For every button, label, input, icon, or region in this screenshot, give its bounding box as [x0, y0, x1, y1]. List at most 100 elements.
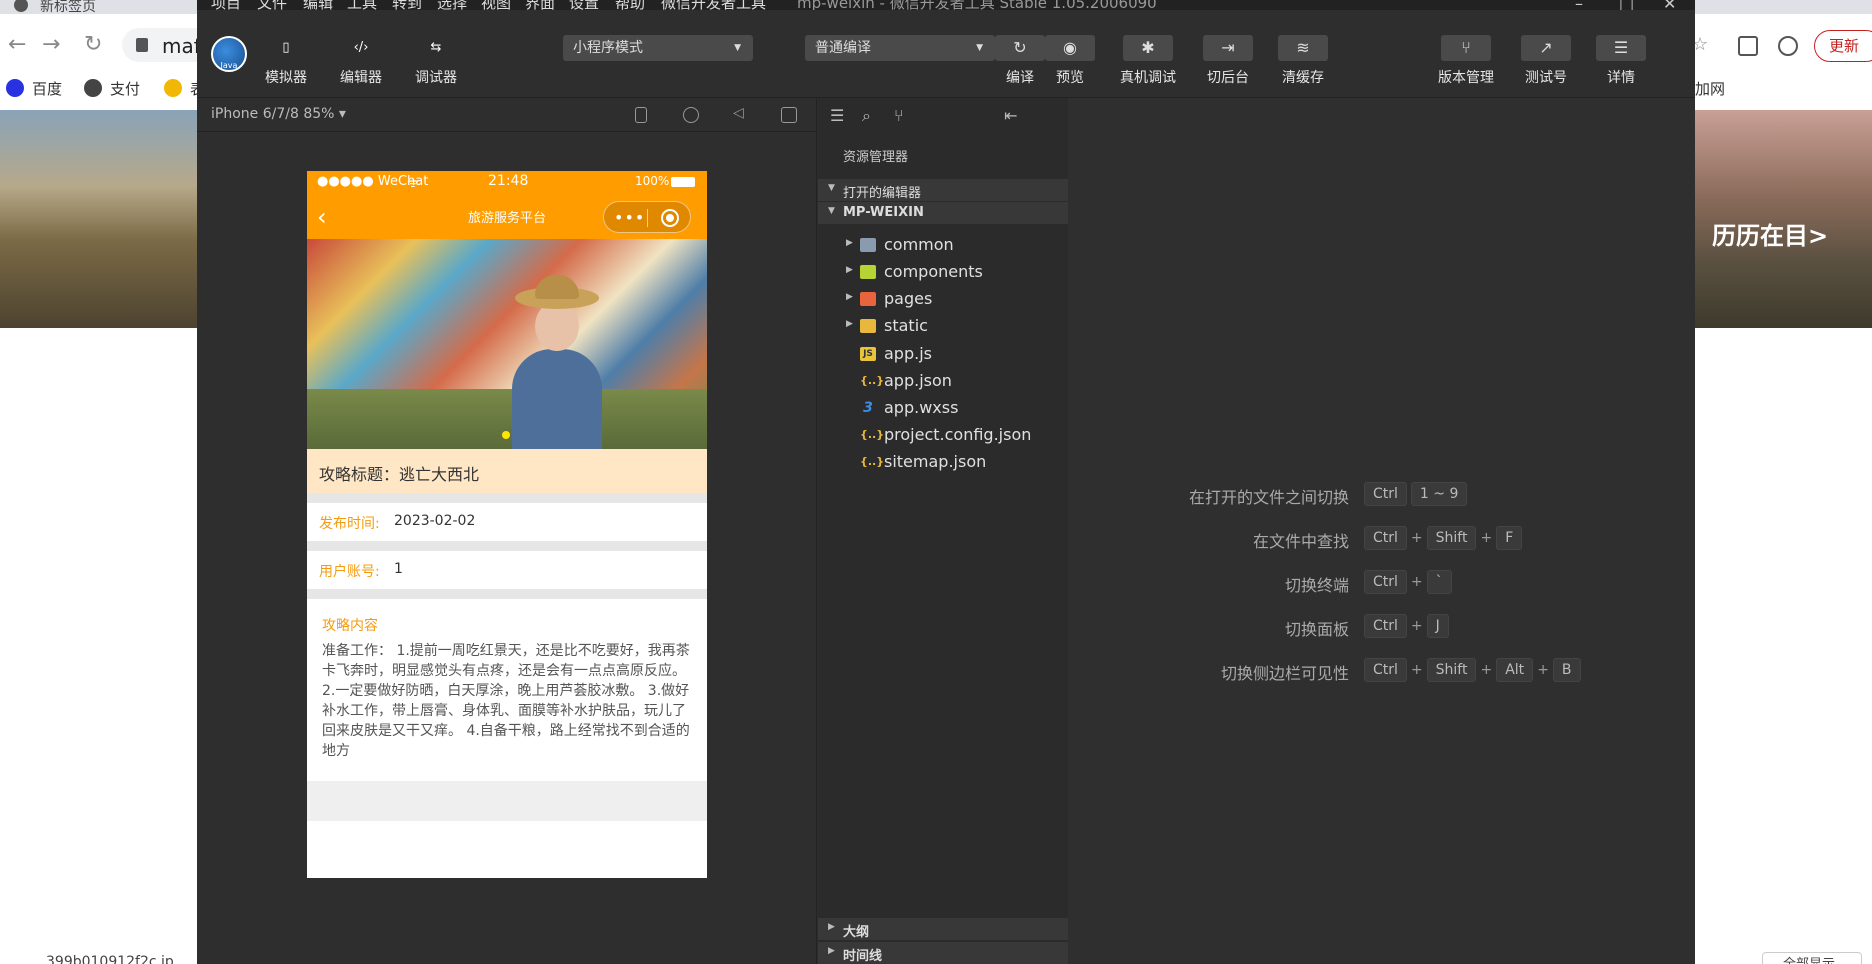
tree-file-app-json[interactable]: {..} app.json	[818, 369, 1068, 395]
profile-icon[interactable]	[1778, 36, 1798, 56]
test-account-label[interactable]: 测试号	[1515, 67, 1577, 87]
timeline-label: 时间线	[843, 949, 883, 964]
content-text: 准备工作： 1.提前一周吃红景天，还是比不吃要好，我再茶卡飞奔时，明显感觉头有点…	[322, 643, 690, 759]
address-text[interactable]: maf	[162, 34, 201, 58]
editor-toggle-button[interactable]: ‹/›	[336, 35, 386, 61]
plus-sign: +	[1410, 662, 1423, 678]
debugger-label[interactable]: 调试器	[411, 67, 461, 87]
outline-section[interactable]: ▶ 大纲	[818, 918, 1068, 940]
bookmark-baidu[interactable]: 百度	[6, 78, 62, 99]
publish-time-label: 发布时间:	[319, 516, 380, 532]
carousel-indicator-dot[interactable]	[502, 431, 510, 439]
bookmark-right[interactable]: 加网	[1695, 78, 1725, 99]
banner-person-body	[512, 349, 602, 449]
update-button[interactable]: 更新	[1814, 30, 1872, 62]
editor-label[interactable]: 编辑器	[336, 67, 386, 87]
plus-sign: +	[1410, 530, 1423, 546]
capsule-menu[interactable]: •••	[603, 201, 691, 233]
device-select[interactable]: iPhone 6/7/8 85% ▾	[211, 106, 346, 122]
plus-sign: +	[1410, 618, 1423, 634]
shortcut-keys: Ctrl + J	[1364, 614, 1453, 638]
search-icon[interactable]: ⌕	[862, 106, 871, 126]
background-switch-button[interactable]: ⇥	[1203, 35, 1253, 61]
compile-button[interactable]: ↻	[995, 35, 1045, 61]
layers-icon: ≋	[1296, 38, 1310, 57]
reload-icon[interactable]: ↻	[84, 32, 102, 57]
mode-select-value: 小程序模式	[573, 40, 643, 56]
plus-sign: +	[1410, 574, 1423, 590]
banner-hat-crown	[535, 275, 579, 299]
tree-file-app-wxss[interactable]: 3 app.wxss	[818, 396, 1068, 422]
timeline-section[interactable]: ▶ 时间线	[818, 942, 1068, 964]
clear-cache-label[interactable]: 清缓存	[1272, 67, 1334, 87]
details-button[interactable]: ☰	[1596, 35, 1646, 61]
tree-folder-components[interactable]: ▶ components	[818, 260, 1068, 286]
plus-sign: +	[1480, 662, 1493, 678]
remote-debug-button[interactable]: ✱	[1123, 35, 1173, 61]
shortcut-label: 切换面板	[1284, 620, 1349, 639]
tree-folder-static[interactable]: ▶ static	[818, 314, 1068, 340]
phone-footer	[307, 781, 707, 821]
mode-select[interactable]: 小程序模式 ▼	[563, 35, 753, 61]
tree-file-sitemap[interactable]: {..} sitemap.json	[818, 450, 1068, 476]
close-mini-program-icon[interactable]	[661, 209, 679, 227]
file-list-icon[interactable]: ☰	[830, 106, 844, 125]
phone-status-bar: ●●●●● WeChat ᯤ 21:48 100%	[307, 171, 707, 193]
banner-link-text[interactable]: 历历在目>	[1712, 216, 1828, 251]
open-editors-section[interactable]: ▼ 打开的编辑器	[818, 179, 1068, 201]
project-section[interactable]: ▼ MP-WEIXIN	[818, 202, 1068, 224]
preview-button[interactable]: ◉	[1045, 35, 1095, 61]
globe-icon	[84, 79, 102, 97]
details-label[interactable]: 详情	[1596, 67, 1646, 87]
remote-debug-label[interactable]: 真机调试	[1111, 67, 1185, 87]
tree-folder-common[interactable]: ▶ common	[818, 233, 1068, 259]
detach-window-icon[interactable]	[781, 107, 797, 123]
capsule-divider	[647, 209, 648, 227]
test-account-button[interactable]: ↗	[1521, 35, 1571, 61]
more-dots-icon[interactable]: •••	[614, 208, 645, 227]
git-branch-icon[interactable]: ⑂	[894, 106, 904, 125]
explorer-toolbar: ☰ ⌕ ⑂ ⇤	[818, 98, 1068, 132]
volume-icon[interactable]: ◁	[733, 105, 749, 121]
banner-image[interactable]	[307, 239, 707, 449]
tree-file-project-config[interactable]: {..} project.config.json	[818, 423, 1068, 449]
simulator-label[interactable]: 模拟器	[261, 67, 311, 87]
avatar-text: Java	[220, 61, 238, 70]
back-arrow-icon[interactable]: ←	[8, 32, 26, 57]
debugger-toggle-button[interactable]: ⇆	[411, 35, 461, 61]
tree-label: components	[884, 262, 983, 281]
account-row: 用户账号: 1	[307, 551, 707, 589]
forward-arrow-icon[interactable]: →	[42, 32, 60, 57]
explorer-title: 资源管理器	[843, 150, 909, 165]
compile-select[interactable]: 普通编译 ▼	[805, 35, 995, 61]
version-control-label[interactable]: 版本管理	[1431, 67, 1501, 87]
bookmark-pay[interactable]: 支付	[84, 78, 140, 99]
tree-folder-pages[interactable]: ▶ pages	[818, 287, 1068, 313]
content-label: 攻略内容	[322, 618, 378, 634]
section-gap	[307, 541, 707, 551]
device-rotate-icon[interactable]	[635, 107, 647, 123]
shortcut-label: 在打开的文件之间切换	[1188, 488, 1349, 507]
simulator-toggle-button[interactable]: ▯	[261, 35, 311, 61]
collapse-panel-icon[interactable]: ⇤	[1004, 106, 1017, 125]
download-item[interactable]: 399b010912f2c jp	[46, 954, 174, 964]
preview-label[interactable]: 预览	[1045, 67, 1095, 87]
record-icon[interactable]	[683, 107, 699, 123]
refresh-icon: ↻	[1013, 38, 1027, 57]
open-editors-label: 打开的编辑器	[843, 186, 922, 201]
sidebar-toggle-icon[interactable]	[1738, 36, 1758, 56]
avatar[interactable]: Java	[211, 36, 247, 72]
shortcut-row: 切换面板 Ctrl + J	[1068, 612, 1695, 642]
tree-file-app-js[interactable]: JS app.js	[818, 342, 1068, 368]
plus-sign: +	[1537, 662, 1549, 678]
ide-window: 项目 文件 编辑 工具 转到 选择 视图 界面 设置 帮助 微信开发者工具 mp…	[197, 0, 1695, 964]
shortcut-row: 切换侧边栏可见性 Ctrl + Shift + Alt + B	[1068, 656, 1695, 686]
compile-label[interactable]: 编译	[995, 67, 1045, 87]
phone-screen: ●●●●● WeChat ᯤ 21:48 100% ‹ 旅游服务平台 ••• 攻…	[307, 171, 707, 878]
tree-label: project.config.json	[884, 425, 1032, 444]
clear-cache-button[interactable]: ≋	[1278, 35, 1328, 61]
show-all-downloads-button[interactable]: 全部显示	[1762, 952, 1862, 964]
version-control-button[interactable]: ⑂	[1441, 35, 1491, 61]
background-switch-label[interactable]: 切后台	[1197, 67, 1259, 87]
tree-label: app.wxss	[884, 398, 959, 417]
